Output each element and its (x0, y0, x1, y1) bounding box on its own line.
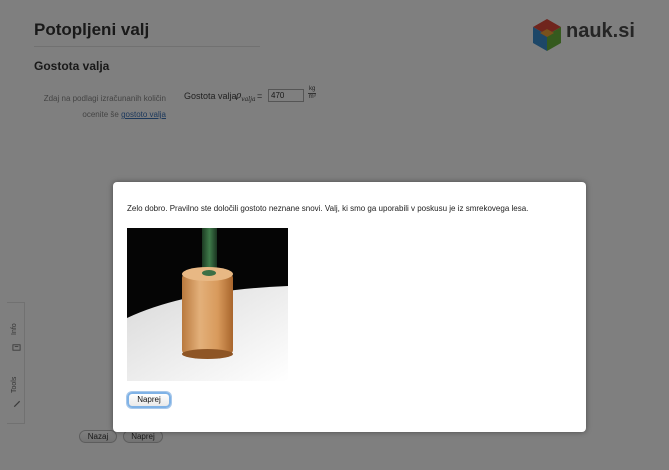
cylinder-photo-graphic (127, 228, 288, 381)
dialog-message: Zelo dobro. Pravilno ste določili gostot… (127, 204, 529, 213)
feedback-dialog: Zelo dobro. Pravilno ste določili gostot… (113, 182, 586, 432)
wooden-cylinder-photo (127, 228, 288, 381)
dialog-next-button[interactable]: Naprej (127, 392, 171, 408)
